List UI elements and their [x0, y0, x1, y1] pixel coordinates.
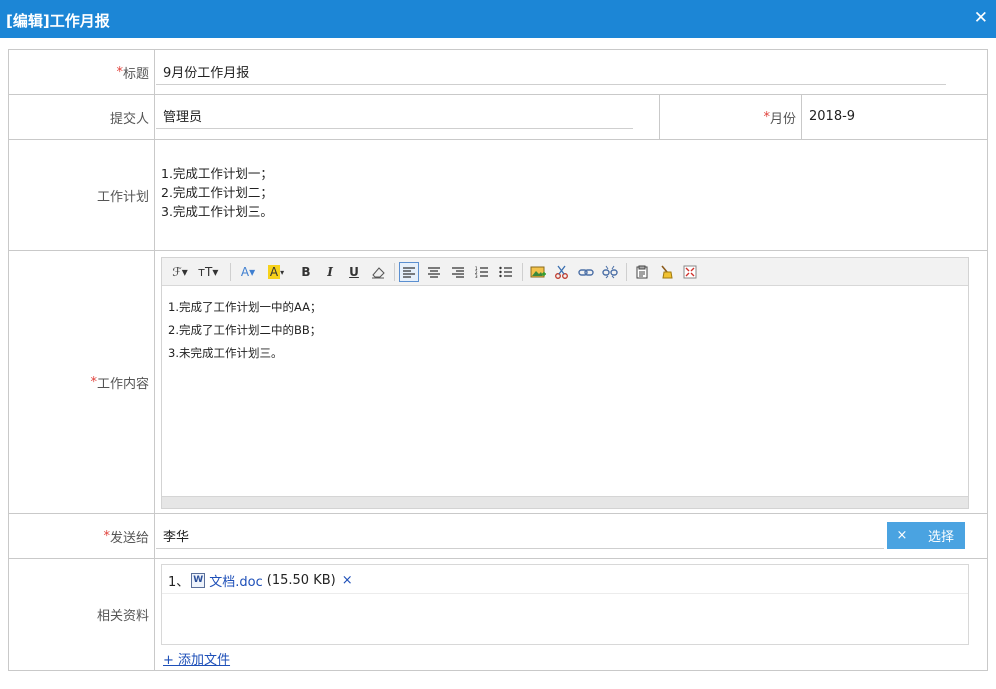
unlink-button[interactable] — [600, 262, 620, 282]
ordered-list-button[interactable]: 123 — [472, 262, 492, 282]
align-right-icon — [452, 267, 464, 278]
align-center-icon — [428, 267, 440, 278]
unordered-list-icon — [499, 266, 512, 278]
attachment-list: 1、 文档.doc (15.50 KB) × — [161, 564, 969, 645]
row-attachments: 相关资料 1、 文档.doc (15.50 KB) × + 添加文件 — [8, 559, 988, 671]
bg-color-button[interactable]: A ▾ — [266, 262, 286, 282]
rich-text-editor: ℱ▾ тT▾ A▾ A ▾ B I U 123 1.完成了工作计划一中的AA； … — [161, 257, 969, 509]
clipboard-icon — [636, 265, 648, 279]
link-icon — [578, 269, 594, 276]
scissors-icon — [555, 265, 568, 279]
editor-toolbar: ℱ▾ тT▾ A▾ A ▾ B I U 123 — [162, 258, 968, 286]
fullscreen-icon — [683, 265, 697, 279]
image-icon — [530, 266, 546, 278]
cut-button[interactable] — [552, 262, 572, 282]
clear-recipient-button[interactable]: × — [887, 522, 917, 549]
editor-resize-bar[interactable] — [162, 496, 968, 508]
remove-attachment-button[interactable]: × — [342, 573, 353, 588]
word-doc-icon — [191, 572, 206, 588]
plan-text[interactable]: 1.完成工作计划一； 2.完成工作计划二； 3.完成工作计划三。 — [161, 164, 273, 221]
dialog-titlebar: [编辑]工作月报 ✕ — [0, 0, 996, 38]
attachment-link[interactable]: 文档.doc — [209, 571, 263, 590]
eraser-icon — [372, 267, 385, 279]
send-to-input[interactable] — [156, 523, 884, 549]
align-left-button[interactable] — [399, 262, 419, 282]
choose-recipient-button[interactable]: 选择 — [917, 522, 965, 549]
row-submitter-month: 提交人 *月份 — [8, 95, 988, 140]
clear-format-button[interactable] — [656, 262, 676, 282]
font-color-button[interactable]: A▾ — [238, 262, 258, 282]
bg-color-icon: A — [267, 265, 281, 279]
align-center-button[interactable] — [424, 262, 444, 282]
underline-button[interactable]: U — [344, 262, 364, 282]
svg-text:3: 3 — [475, 274, 478, 278]
align-left-icon — [403, 267, 415, 278]
italic-button[interactable]: I — [320, 262, 340, 282]
row-send-to: *发送给 × 选择 — [8, 514, 988, 559]
dialog-title: [编辑]工作月报 — [6, 12, 110, 30]
title-label: * 标题 — [9, 50, 155, 94]
title-input[interactable] — [156, 59, 946, 85]
bold-button[interactable]: B — [296, 262, 316, 282]
insert-image-button[interactable] — [528, 262, 548, 282]
row-plan: 工作计划 1.完成工作计划一； 2.完成工作计划二； 3.完成工作计划三。 — [8, 140, 988, 251]
align-right-button[interactable] — [448, 262, 468, 282]
attachment-size: (15.50 KB) — [266, 572, 336, 588]
submitter-input[interactable] — [156, 103, 633, 129]
ordered-list-icon: 123 — [475, 266, 488, 278]
toolbar-divider — [626, 263, 627, 281]
font-family-button[interactable]: ℱ▾ — [170, 262, 190, 282]
send-to-label: * 发送给 — [9, 514, 155, 558]
row-content: * 工作内容 ℱ▾ тT▾ A▾ A ▾ B I U 1 2 3 1.完成了工作… — [8, 251, 988, 514]
add-file-link[interactable]: + 添加文件 — [163, 649, 230, 668]
toolbar-divider — [394, 263, 395, 281]
divider — [162, 593, 968, 594]
unordered-list-button[interactable] — [496, 262, 516, 282]
font-size-button[interactable]: тT▾ — [198, 262, 218, 282]
list-item: 1、 文档.doc (15.50 KB) × — [168, 571, 353, 590]
attachments-label: 相关资料 — [9, 559, 155, 670]
month-input[interactable] — [802, 103, 982, 129]
content-label: * 工作内容 — [9, 251, 155, 513]
fullscreen-button[interactable] — [680, 262, 700, 282]
toolbar-divider — [230, 263, 231, 281]
eraser-button[interactable] — [368, 262, 388, 282]
close-icon[interactable]: ✕ — [974, 8, 988, 28]
submitter-label: 提交人 — [9, 95, 155, 139]
toolbar-divider — [522, 263, 523, 281]
broom-icon — [661, 265, 673, 279]
month-label: * 月份 — [659, 95, 802, 139]
unlink-icon — [602, 265, 618, 279]
plan-label: 工作计划 — [9, 140, 155, 250]
paste-button[interactable] — [632, 262, 652, 282]
link-button[interactable] — [576, 262, 596, 282]
editor-content[interactable]: 1.完成了工作计划一中的AA； 2.完成了工作计划二中的BB； 3.未完成工作计… — [168, 296, 322, 365]
row-title: * 标题 — [8, 49, 988, 95]
